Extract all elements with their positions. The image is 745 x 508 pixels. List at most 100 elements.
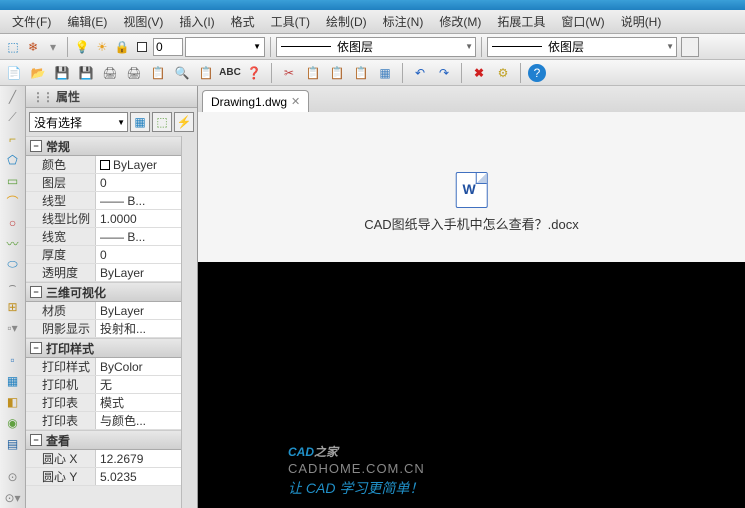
pickadd-icon[interactable]: ⚡ (174, 112, 194, 132)
selection-combo[interactable]: 没有选择▼ (29, 112, 128, 132)
menu-view[interactable]: 视图(V) (115, 11, 171, 32)
find-icon[interactable]: 🔍 (172, 63, 192, 83)
spline-icon[interactable]: 〰 (3, 235, 23, 252)
new-icon[interactable]: 📄 (4, 63, 24, 83)
freeze-icon[interactable]: ❄ (24, 38, 42, 56)
polygon-icon[interactable]: ⬠ (3, 151, 23, 168)
menu-annotate[interactable]: 标注(N) (375, 11, 432, 32)
select-objects-icon[interactable]: ⬚ (152, 112, 172, 132)
open-icon[interactable]: 📂 (28, 63, 48, 83)
table-icon[interactable]: ▤ (3, 436, 23, 453)
ray-icon[interactable]: ⟋ (3, 109, 23, 126)
prop-printer[interactable]: 打印机无 (26, 376, 181, 394)
watermark-brand-a: CAD (288, 445, 314, 459)
menu-edit[interactable]: 编辑(E) (59, 11, 115, 32)
block-icon[interactable]: ▦ (375, 63, 395, 83)
grip-icon[interactable]: ⋮⋮ (32, 90, 52, 104)
menu-draw[interactable]: 绘制(D) (318, 11, 375, 32)
drawing-area: Drawing1.dwg ✕ W CAD图纸导入手机中怎么查看？.docx CA… (198, 86, 745, 508)
menu-modify[interactable]: 修改(M) (431, 11, 489, 32)
help-tool-icon[interactable]: ❓ (244, 63, 264, 83)
menu-tools[interactable]: 工具(T) (263, 11, 318, 32)
padlock-icon[interactable]: 🔒 (113, 38, 131, 56)
group-print[interactable]: −打印样式 (26, 338, 181, 358)
ellipse-icon[interactable]: ⬭ (3, 256, 23, 273)
prop-layer[interactable]: 图层0 (26, 174, 181, 192)
print-icon[interactable]: 🖨 (100, 63, 120, 83)
group-general[interactable]: −常规 (26, 136, 181, 156)
layer-name-input[interactable] (153, 38, 183, 56)
menu-file[interactable]: 文件(F) (4, 11, 59, 32)
copy-icon[interactable]: 📋 (303, 63, 323, 83)
insert-icon[interactable]: ⊞ (3, 298, 23, 315)
mtext-icon[interactable]: ⊙▾ (3, 489, 23, 506)
menu-help[interactable]: 说明(H) (613, 11, 670, 32)
group-view[interactable]: −查看 (26, 430, 181, 450)
prop-color[interactable]: 颜色ByLayer (26, 156, 181, 174)
delete-icon[interactable]: ✖ (469, 63, 489, 83)
matchprop-icon[interactable]: 📋 (351, 63, 371, 83)
linetype-combo[interactable]: 依图层▼ (276, 37, 476, 57)
saveall-icon[interactable]: 💾 (76, 63, 96, 83)
prop-transparency[interactable]: 透明度ByLayer (26, 264, 181, 282)
prop-thickness[interactable]: 厚度0 (26, 246, 181, 264)
publish-icon[interactable]: 📋 (148, 63, 168, 83)
prop-plottable2[interactable]: 打印表与颜色... (26, 412, 181, 430)
group-visual3d[interactable]: −三维可视化 (26, 282, 181, 302)
prop-ltscale[interactable]: 线型比例1.0000 (26, 210, 181, 228)
line-icon[interactable]: ╱ (3, 88, 23, 105)
arc-icon[interactable]: ⌒ (3, 193, 23, 210)
spell-icon[interactable]: ABC (220, 63, 240, 83)
properties-title: ⋮⋮ 属性 (26, 86, 197, 108)
region-icon[interactable]: ◉ (3, 415, 23, 432)
prop-lineweight[interactable]: 线宽—— B... (26, 228, 181, 246)
color-icon[interactable] (133, 38, 151, 56)
quick-select-icon[interactable]: ▦ (130, 112, 150, 132)
title-bar-fragment (0, 0, 745, 10)
prop-linetype[interactable]: 线型—— B... (26, 192, 181, 210)
lightbulb-icon[interactable]: 💡 (73, 38, 91, 56)
close-icon[interactable]: ✕ (291, 95, 300, 108)
hatch-icon[interactable]: ▦ (3, 373, 23, 390)
file-label: CAD图纸导入手机中怎么查看？.docx (364, 214, 579, 233)
lineweight-combo[interactable]: 依图层▼ (487, 37, 677, 57)
prop-material[interactable]: 材质ByLayer (26, 302, 181, 320)
props-icon[interactable]: 📋 (196, 63, 216, 83)
prop-centery[interactable]: 圆心 Y5.0235 (26, 468, 181, 486)
gradient-icon[interactable]: ◧ (3, 394, 23, 411)
separator (402, 63, 403, 83)
paste-icon[interactable]: 📋 (327, 63, 347, 83)
model-space[interactable]: W CAD图纸导入手机中怎么查看？.docx CAD之家 CADHOME.COM… (198, 112, 745, 508)
layer-dropdown[interactable]: ▼ (185, 37, 265, 57)
rectangle-icon[interactable]: ▭ (3, 172, 23, 189)
prop-plottable1[interactable]: 打印表模式 (26, 394, 181, 412)
menu-extend[interactable]: 拓展工具 (489, 11, 553, 32)
undo-icon[interactable]: ↶ (410, 63, 430, 83)
tab-drawing1[interactable]: Drawing1.dwg ✕ (202, 90, 309, 112)
extra-dropdown[interactable] (681, 37, 699, 57)
lock-icon[interactable]: ▾ (44, 38, 62, 56)
docx-icon: W (456, 172, 488, 208)
preview-icon[interactable]: 🖨 (124, 63, 144, 83)
help-icon[interactable]: ? (528, 64, 546, 82)
embedded-file[interactable]: W CAD图纸导入手机中怎么查看？.docx (324, 162, 619, 243)
menu-insert[interactable]: 插入(I) (171, 11, 222, 32)
text-icon[interactable]: ⊙ (3, 468, 23, 485)
menu-window[interactable]: 窗口(W) (553, 11, 612, 32)
point-icon[interactable]: ▫ (3, 352, 23, 369)
redo-icon[interactable]: ↷ (434, 63, 454, 83)
bug-icon[interactable]: ⚙ (493, 63, 513, 83)
layer-props-icon[interactable]: ⬚ (4, 38, 22, 56)
prop-shadow[interactable]: 阴影显示投射和... (26, 320, 181, 338)
ellipse-arc-icon[interactable]: ⌢ (3, 277, 23, 294)
sun-icon[interactable]: ☀ (93, 38, 111, 56)
menu-format[interactable]: 格式 (223, 11, 263, 32)
block-def-icon[interactable]: ▫▾ (3, 319, 23, 336)
circle-icon[interactable]: ○ (3, 214, 23, 231)
prop-plotstyle[interactable]: 打印样式ByColor (26, 358, 181, 376)
properties-scrollbar[interactable] (181, 136, 197, 508)
prop-centerx[interactable]: 圆心 X12.2679 (26, 450, 181, 468)
save-icon[interactable]: 💾 (52, 63, 72, 83)
cut-icon[interactable]: ✂ (279, 63, 299, 83)
polyline-icon[interactable]: ⌐ (3, 130, 23, 147)
